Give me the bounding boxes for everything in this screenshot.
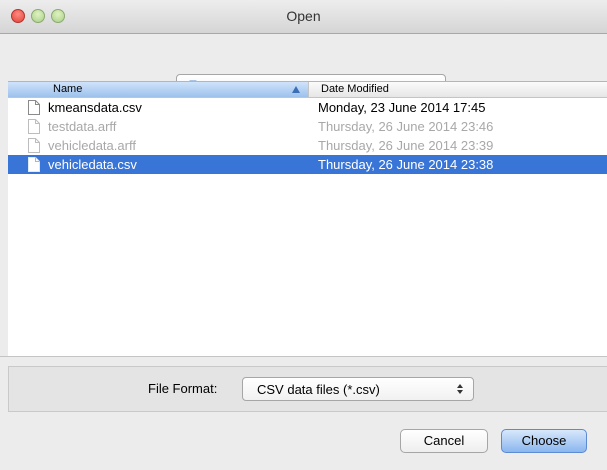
- file-row: testdata.arff Thursday, 26 June 2014 23:…: [8, 117, 607, 136]
- toolbar: data: [0, 34, 607, 98]
- file-list: kmeansdata.csv Monday, 23 June 2014 17:4…: [8, 98, 607, 174]
- file-row: vehicledata.arff Thursday, 26 June 2014 …: [8, 136, 607, 155]
- column-header-row: Name Date Modified: [8, 82, 607, 98]
- column-header-date-label: Date Modified: [321, 83, 389, 95]
- window-title: Open: [286, 8, 321, 24]
- column-header-name-label: Name: [53, 83, 83, 95]
- file-name: vehicledata.arff: [48, 138, 136, 153]
- file-format-panel: File Format: CSV data files (*.csv): [8, 366, 607, 412]
- title-bar: Open: [0, 0, 607, 34]
- open-dialog: Open data Name Date Modified: [0, 0, 607, 470]
- document-icon: [28, 119, 40, 134]
- column-header-name[interactable]: Name: [8, 82, 308, 97]
- file-format-label: File Format:: [148, 381, 218, 396]
- document-icon: [28, 100, 40, 115]
- cancel-button[interactable]: Cancel: [400, 429, 488, 453]
- file-name: vehicledata.csv: [48, 157, 137, 172]
- file-row[interactable]: kmeansdata.csv Monday, 23 June 2014 17:4…: [8, 98, 607, 117]
- document-icon: [28, 157, 40, 172]
- updown-arrows-icon: [457, 384, 463, 394]
- divider: [0, 356, 607, 357]
- file-format-popup[interactable]: CSV data files (*.csv): [242, 377, 474, 401]
- file-date: Monday, 23 June 2014 17:45: [318, 100, 486, 115]
- file-row-selected[interactable]: vehicledata.csv Thursday, 26 June 2014 2…: [8, 155, 607, 174]
- column-header-date-modified[interactable]: Date Modified: [308, 82, 607, 97]
- file-format-selected: CSV data files (*.csv): [257, 382, 380, 397]
- document-icon: [28, 138, 40, 153]
- file-browser[interactable]: Name Date Modified kmeansdata.csv Monday…: [8, 81, 607, 356]
- file-name: kmeansdata.csv: [48, 100, 142, 115]
- file-date: Thursday, 26 June 2014 23:46: [318, 119, 494, 134]
- choose-button[interactable]: Choose: [501, 429, 587, 453]
- sort-ascending-icon: [292, 86, 300, 93]
- file-date: Thursday, 26 June 2014 23:38: [318, 157, 494, 172]
- file-name: testdata.arff: [48, 119, 117, 134]
- file-date: Thursday, 26 June 2014 23:39: [318, 138, 494, 153]
